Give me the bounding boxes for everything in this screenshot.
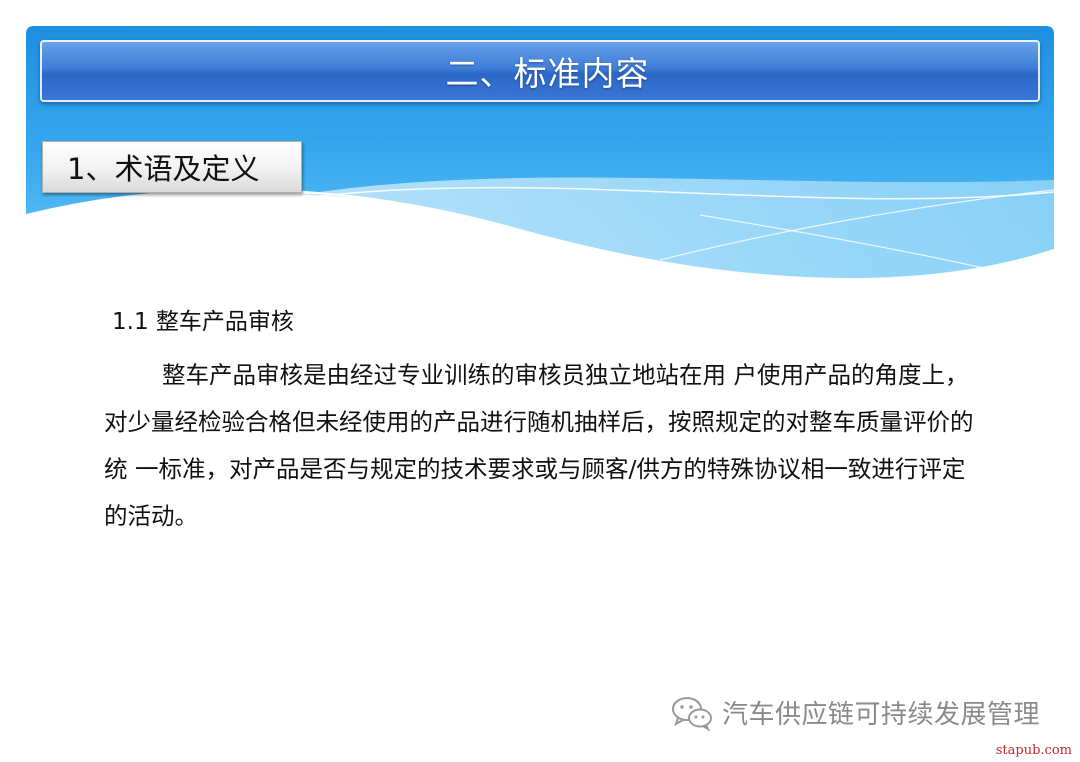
slide-content: 1.1 整车产品审核 整车产品审核是由经过专业训练的审核员独立地站在用 户使用产… xyxy=(104,302,984,540)
section-label-box: 1、术语及定义 xyxy=(42,141,302,193)
watermark: 汽车供应链可持续发展管理 xyxy=(670,694,1040,731)
sub-heading: 1.1 整车产品审核 xyxy=(112,309,294,335)
slide-title-bar: 二、标准内容 xyxy=(40,40,1040,102)
wechat-icon xyxy=(672,696,712,731)
definition-paragraph: 整车产品审核是由经过专业训练的审核员独立地站在用 户使用产品的角度上，对少量经检… xyxy=(104,361,974,530)
slide: 二、标准内容 1、术语及定义 1.1 整车产品审核 整车产品审核是由经过专业训练… xyxy=(0,0,1080,762)
slide-title: 二、标准内容 xyxy=(445,54,650,93)
watermark-text: 汽车供应链可持续发展管理 xyxy=(722,700,1041,730)
site-mark: stapub.com xyxy=(995,743,1072,758)
section-label: 1、术语及定义 xyxy=(67,152,260,186)
